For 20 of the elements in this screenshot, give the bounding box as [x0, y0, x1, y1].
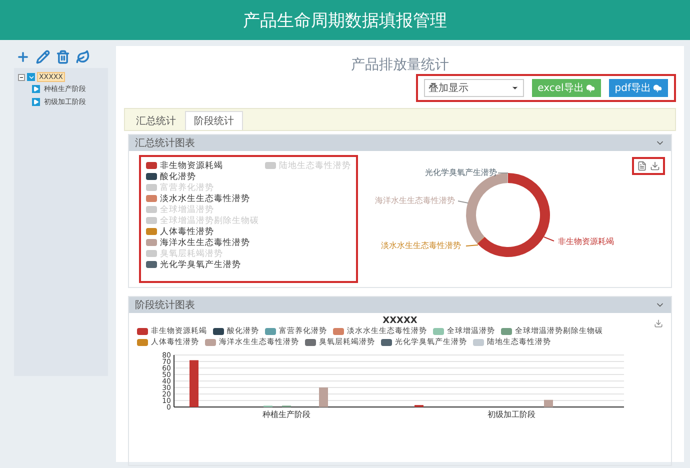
app-title: 产品生命周期数据填报管理	[243, 10, 447, 32]
axis-category-label: 初级加工阶段	[488, 410, 536, 419]
tab[interactable]: 汇总统计	[127, 111, 185, 130]
slice-label: 非生物资源耗竭	[558, 236, 614, 247]
display-mode-select[interactable]: 叠加显示	[424, 79, 524, 97]
legend-item[interactable]: 光化学臭氧产生潜势	[146, 259, 259, 270]
panel-title: 汇总统计图表	[135, 136, 195, 150]
slice-label: 光化学臭氧产生潜势	[425, 167, 497, 178]
slice-label: 海洋水生生态毒性潜势	[375, 195, 455, 206]
panel-title: 阶段统计图表	[135, 298, 195, 312]
legend-item[interactable]: 非生物资源耗竭	[146, 160, 259, 171]
legend-item[interactable]: 酸化潜势	[146, 171, 259, 182]
legend-item[interactable]: 人体毒性潜势	[146, 226, 259, 237]
slice-label: 淡水水生生态毒性潜势	[381, 240, 461, 251]
tab[interactable]: 阶段统计	[185, 111, 243, 130]
legend-item[interactable]: 淡水水生生态毒性潜势	[146, 193, 259, 204]
chart-title: XXXXX	[382, 316, 418, 326]
page-title: 产品排放量统计	[350, 56, 450, 74]
axis-category-label: 种植生产阶段	[262, 410, 310, 419]
legend-item[interactable]: 海洋水生生态毒性潜势	[146, 237, 259, 248]
